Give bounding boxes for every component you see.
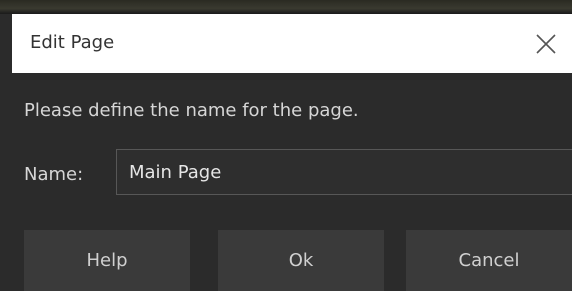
name-label: Name:	[24, 164, 84, 185]
dialog-message: Please define the name for the page.	[24, 100, 359, 121]
edit-page-dialog: Edit Page Please define the name for the…	[12, 14, 572, 291]
ok-button[interactable]: Ok	[218, 230, 384, 291]
dialog-title: Edit Page	[30, 32, 115, 53]
cancel-button[interactable]: Cancel	[406, 230, 572, 291]
name-input[interactable]	[116, 149, 572, 195]
dialog-content: Please define the name for the page. Nam…	[12, 73, 572, 291]
dialog-titlebar: Edit Page	[12, 14, 572, 73]
close-icon	[536, 34, 556, 54]
close-button[interactable]	[526, 24, 566, 64]
help-button[interactable]: Help	[24, 230, 190, 291]
background-window-strip	[0, 0, 572, 14]
